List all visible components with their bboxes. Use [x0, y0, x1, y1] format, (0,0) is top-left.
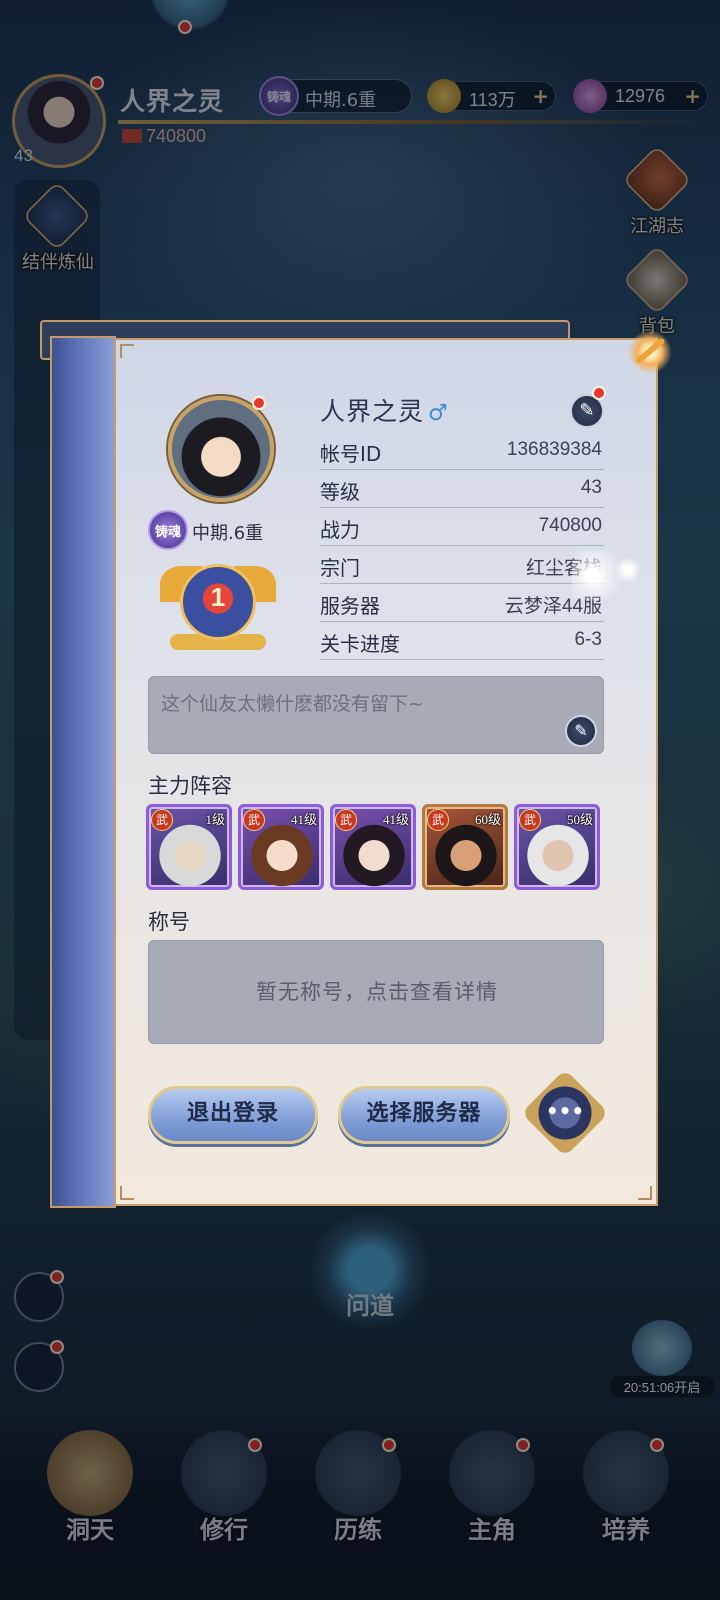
info-value: 6-3 — [574, 629, 602, 650]
logout-button[interactable]: 退出登录 — [148, 1086, 318, 1144]
realm-badge-icon: 铸魂 — [148, 510, 188, 550]
info-table: 帐号ID 136839384 等级 43 战力 740800 宗门 红尘客栈 服… — [320, 432, 604, 660]
info-value: 740800 — [538, 515, 602, 536]
corner-ornament — [120, 1186, 134, 1200]
profile-realm: 铸魂 中期.6重 — [148, 510, 288, 550]
profile-dialog: 铸魂 中期.6重 1 人界之灵 ♂ ✎ 帐号ID 136839384 等级 43 … — [114, 338, 658, 1206]
notification-dot — [592, 386, 606, 400]
rank-badge[interactable]: 1 — [160, 558, 276, 658]
hero-slot[interactable]: 武 50级 — [514, 804, 600, 890]
info-row-sect: 宗门 红尘客栈 — [320, 546, 604, 584]
info-row-server: 服务器 云梦泽44服 — [320, 584, 604, 622]
info-row-level: 等级 43 — [320, 470, 604, 508]
corner-ornament — [638, 1186, 652, 1200]
close-icon[interactable] — [628, 330, 672, 374]
title-box[interactable]: 暂无称号，点击查看详情 — [148, 940, 604, 1044]
info-value: 43 — [580, 477, 602, 498]
dialog-spine — [50, 336, 116, 1208]
hero-lineup: 武 1级 武 41级 武 41级 武 60级 武 50级 — [146, 804, 606, 890]
hero-slot[interactable]: 武 41级 — [330, 804, 416, 890]
hero-type-badge: 武 — [335, 809, 357, 831]
title-placeholder: 暂无称号，点击查看详情 — [256, 980, 498, 1004]
select-server-button[interactable]: 选择服务器 — [338, 1086, 510, 1144]
hero-level: 41级 — [290, 812, 317, 827]
signature-text: 这个仙友太懒什麽都没有留下~ — [161, 693, 424, 715]
info-key: 等级 — [320, 480, 360, 504]
edit-signature-icon[interactable]: ✎ — [565, 715, 597, 747]
info-key: 服务器 — [320, 594, 380, 618]
profile-name: 人界之灵 ♂ — [320, 392, 449, 428]
realm-text: 中期.6重 — [192, 523, 264, 544]
sparkle-effect — [572, 550, 642, 600]
corner-ornament — [120, 344, 134, 358]
hero-type-badge: 武 — [427, 809, 449, 831]
notification-dot — [252, 396, 266, 410]
gender-male-icon: ♂ — [428, 401, 449, 426]
profile-name-text: 人界之灵 — [320, 397, 425, 426]
hero-type-badge: 武 — [151, 809, 173, 831]
more-icon: ••• — [545, 1099, 585, 1123]
hero-level: 1级 — [205, 812, 225, 827]
info-row-stage-progress: 关卡进度 6-3 — [320, 622, 604, 660]
info-row-power: 战力 740800 — [320, 508, 604, 546]
info-value: 136839384 — [506, 439, 602, 460]
profile-avatar[interactable] — [168, 396, 274, 502]
hero-slot[interactable]: 武 41级 — [238, 804, 324, 890]
info-row-account-id: 帐号ID 136839384 — [320, 432, 604, 470]
hero-type-badge: 武 — [519, 809, 541, 831]
info-key: 帐号ID — [320, 442, 382, 466]
hero-level: 50级 — [566, 812, 593, 827]
lineup-title: 主力阵容 — [148, 774, 232, 798]
hero-level: 60级 — [474, 812, 501, 827]
info-key: 关卡进度 — [320, 632, 400, 656]
title-section-heading: 称号 — [148, 910, 190, 934]
more-options-button[interactable]: ••• — [521, 1069, 609, 1157]
hero-slot[interactable]: 武 1级 — [146, 804, 232, 890]
info-key: 宗门 — [320, 556, 360, 580]
hero-level: 41级 — [382, 812, 409, 827]
signature-box[interactable]: 这个仙友太懒什麽都没有留下~ ✎ — [148, 676, 604, 754]
hero-slot[interactable]: 武 60级 — [422, 804, 508, 890]
rank-number: 1 — [210, 582, 226, 612]
hero-type-badge: 武 — [243, 809, 265, 831]
info-key: 战力 — [320, 518, 360, 542]
